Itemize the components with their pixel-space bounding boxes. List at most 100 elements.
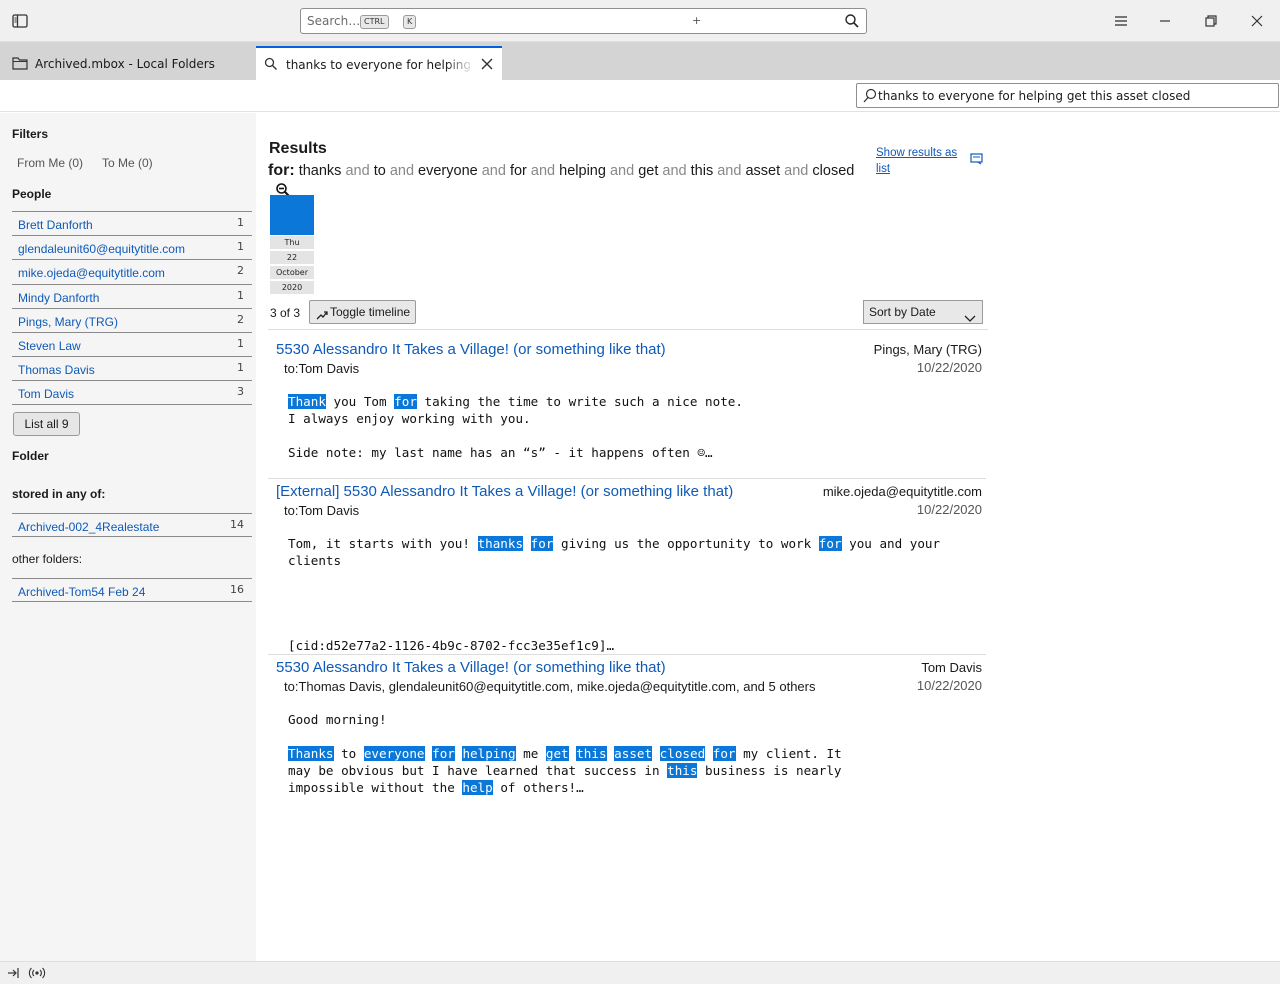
facet-sidebar: Filters From Me (0) To Me (0) People Bre… — [0, 113, 256, 961]
message-subject[interactable]: 5530 Alessandro It Takes a Village! (or … — [276, 659, 666, 676]
divider — [268, 329, 988, 330]
restore-icon[interactable] — [1201, 11, 1221, 31]
person-name[interactable]: Thomas Davis — [18, 363, 95, 377]
message-from[interactable]: Pings, Mary (TRG) — [874, 342, 982, 357]
person-row[interactable]: Mindy Danforth 1 — [12, 283, 252, 308]
menu-icon[interactable] — [1111, 11, 1131, 31]
message-to: to:Tom Davis — [284, 361, 360, 376]
people-heading: People — [12, 187, 52, 201]
folder-count: 14 — [230, 518, 244, 531]
folder-count: 16 — [230, 583, 244, 596]
person-name[interactable]: Steven Law — [18, 339, 81, 353]
results-title: Results — [269, 140, 327, 157]
quick-filter-bar: thanks to everyone for helping get this … — [0, 80, 1280, 112]
message-from[interactable]: Tom Davis — [921, 660, 982, 675]
open-list-icon[interactable] — [970, 153, 984, 168]
person-count: 1 — [237, 361, 244, 375]
message-date: 10/22/2020 — [916, 360, 982, 375]
sort-value: Sort by Date — [869, 305, 936, 319]
folder-row[interactable]: Archived-Tom54 Feb 24 16 — [12, 578, 252, 603]
and-word: and — [717, 163, 742, 179]
timeline-day: Thu — [270, 236, 314, 249]
sort-select[interactable]: Sort by Date — [863, 300, 983, 324]
message-snippet: Good morning! Thanks to everyone for hel… — [288, 712, 842, 795]
search-icon — [264, 57, 278, 74]
show-results-as-list-link[interactable]: Show results as list — [876, 145, 966, 177]
person-row[interactable]: Brett Danforth 1 — [12, 211, 252, 235]
status-bar — [0, 961, 1280, 984]
list-all-button[interactable]: List all 9 — [13, 412, 80, 436]
kbd-plus: + — [692, 14, 702, 27]
title-bar: Search… CTRL + K — [0, 0, 1280, 42]
person-count: 1 — [237, 288, 244, 302]
kbd-k: K — [403, 15, 417, 29]
stored-heading: stored in any of: — [12, 487, 106, 501]
message-subject[interactable]: 5530 Alessandro It Takes a Village! (or … — [276, 341, 666, 358]
person-row[interactable]: glendaleunit60@equitytitle.com 1 — [12, 235, 252, 259]
timeline-bar[interactable] — [270, 195, 314, 235]
minimize-icon[interactable] — [1155, 11, 1175, 31]
online-status-icon[interactable] — [28, 966, 46, 983]
quick-filter-value: thanks to everyone for helping get this … — [878, 89, 1191, 103]
global-search-input[interactable]: Search… CTRL + K — [300, 8, 867, 34]
message-from[interactable]: mike.ojeda@equitytitle.com — [823, 484, 982, 499]
folder-name[interactable]: Archived-Tom54 Feb 24 — [18, 585, 145, 599]
search-term: this — [690, 163, 714, 179]
search-term: helping — [559, 163, 606, 179]
from-me-filter[interactable]: From Me (0) — [17, 156, 83, 170]
trend-icon — [316, 306, 328, 328]
result-message[interactable]: 5530 Alessandro It Takes a Village! (or … — [268, 659, 986, 809]
toggle-timeline-label: Toggle timeline — [330, 305, 411, 319]
other-folder-list: Archived-Tom54 Feb 24 16 — [12, 578, 252, 603]
person-row[interactable]: Tom Davis 3 — [12, 380, 252, 405]
message-snippet: Thank you Tom for taking the time to wri… — [288, 394, 743, 460]
person-name[interactable]: Tom Davis — [18, 387, 74, 401]
search-term: get — [638, 163, 659, 179]
search-term: thanks — [298, 163, 342, 179]
other-folders-heading: other folders: — [12, 552, 83, 566]
to-me-filter[interactable]: To Me (0) — [102, 156, 153, 170]
and-word: and — [784, 163, 809, 179]
person-name[interactable]: glendaleunit60@equitytitle.com — [18, 242, 185, 256]
person-row[interactable]: Steven Law 1 — [12, 331, 252, 356]
person-count: 1 — [237, 240, 244, 254]
for-label: for: — [268, 162, 295, 179]
tab-archived-mbox[interactable]: Archived.mbox - Local Folders — [0, 47, 254, 80]
divider — [268, 654, 986, 655]
person-name[interactable]: Pings, Mary (TRG) — [18, 315, 118, 329]
result-count: 3 of 3 — [270, 306, 301, 320]
person-row[interactable]: mike.ojeda@equitytitle.com 2 — [12, 259, 252, 283]
person-name[interactable]: Mindy Danforth — [18, 291, 99, 305]
tab-search-results[interactable]: thanks to everyone for helping get this … — [256, 46, 502, 80]
and-word: and — [389, 163, 415, 179]
close-window-icon[interactable] — [1247, 11, 1267, 31]
close-tab-icon[interactable] — [480, 57, 494, 74]
sidebar-toggle-icon[interactable] — [10, 11, 30, 31]
toggle-timeline-button[interactable]: Toggle timeline — [309, 300, 416, 324]
result-message[interactable]: [External] 5530 Alessandro It Takes a Vi… — [268, 483, 986, 655]
message-to: to:Tom Davis — [284, 503, 360, 518]
folder-row[interactable]: Archived-002_4Realestate 14 — [12, 513, 252, 538]
result-message[interactable]: 5530 Alessandro It Takes a Village! (or … — [268, 341, 986, 479]
search-term: closed — [812, 163, 855, 179]
collapse-pane-icon[interactable] — [6, 966, 20, 983]
results-pane: Results for: thanks and to and everyone … — [256, 113, 1280, 961]
search-icon — [863, 88, 877, 107]
search-icon[interactable] — [844, 13, 860, 32]
message-subject[interactable]: [External] 5530 Alessandro It Takes a Vi… — [276, 483, 733, 500]
chevron-down-icon — [964, 308, 976, 330]
and-word: and — [345, 163, 370, 179]
person-row[interactable]: Thomas Davis 1 — [12, 356, 252, 380]
quick-filter-input[interactable]: thanks to everyone for helping get this … — [856, 83, 1279, 108]
message-date: 10/22/2020 — [916, 502, 982, 517]
person-count: 1 — [237, 216, 244, 229]
message-date: 10/22/2020 — [916, 678, 982, 693]
folder-name[interactable]: Archived-002_4Realestate — [18, 520, 159, 534]
person-name[interactable]: Brett Danforth — [18, 218, 93, 232]
person-name[interactable]: mike.ojeda@equitytitle.com — [18, 266, 165, 280]
message-to: to:Thomas Davis, glendaleunit60@equityti… — [284, 679, 816, 694]
search-terms-line: for: thanks and to and everyone and for … — [268, 162, 854, 180]
person-count: 2 — [237, 264, 244, 278]
stored-folder-list: Archived-002_4Realestate 14 — [12, 513, 252, 538]
person-row[interactable]: Pings, Mary (TRG) 2 — [12, 307, 252, 332]
